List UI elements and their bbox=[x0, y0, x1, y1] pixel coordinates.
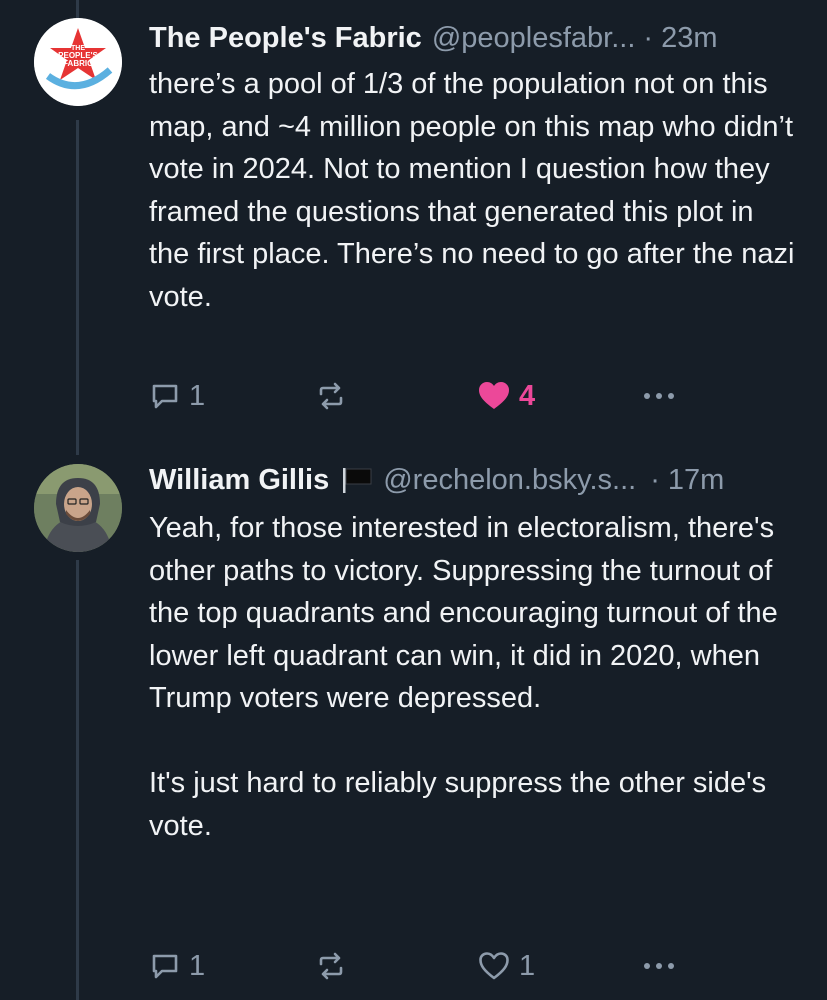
reply-button[interactable]: 1 bbox=[149, 376, 205, 416]
header-separator: · bbox=[650, 463, 660, 496]
avatar-peoples-fabric[interactable]: THE PEOPLE'S FABRIC bbox=[34, 18, 122, 106]
post-timestamp[interactable]: 23m bbox=[661, 22, 717, 55]
post-text-paragraph: there’s a pool of 1/3 of the population … bbox=[149, 68, 795, 313]
post-text-paragraph: Yeah, for those interested in electorali… bbox=[149, 512, 778, 714]
repost-icon bbox=[319, 952, 343, 980]
svg-text:FABRIC: FABRIC bbox=[63, 59, 93, 68]
reply-icon bbox=[152, 954, 178, 979]
avatar-william-gillis[interactable] bbox=[34, 464, 122, 552]
post-actions: 1 1 bbox=[149, 946, 709, 986]
post-text: Yeah, for those interested in electorali… bbox=[149, 507, 799, 847]
author-name[interactable]: The People's Fabric bbox=[149, 22, 422, 55]
like-button[interactable]: 4 bbox=[477, 376, 535, 416]
post-william-gillis[interactable]: William Gillis @rechelon.bsky.s... · 17m… bbox=[0, 440, 827, 1000]
like-button[interactable]: 1 bbox=[477, 946, 535, 986]
more-options-button[interactable] bbox=[639, 376, 679, 416]
repost-icon bbox=[319, 382, 343, 410]
like-count: 4 bbox=[519, 379, 536, 412]
repost-button[interactable] bbox=[315, 946, 355, 986]
author-name[interactable]: William Gillis bbox=[149, 464, 329, 497]
author-handle[interactable]: @rechelon.bsky.s... bbox=[383, 464, 636, 497]
more-dots-icon bbox=[644, 393, 674, 399]
author-handle[interactable]: @peoplesfabr... bbox=[432, 22, 636, 55]
post-timestamp[interactable]: 17m bbox=[668, 464, 724, 497]
post-peoples-fabric[interactable]: THE PEOPLE'S FABRIC The People's Fabric … bbox=[0, 0, 827, 440]
header-separator: · bbox=[643, 21, 654, 54]
person-photo-icon bbox=[34, 464, 122, 552]
heart-filled-icon bbox=[479, 382, 509, 409]
repost-button[interactable] bbox=[315, 376, 355, 416]
reply-icon bbox=[152, 384, 178, 409]
reply-button[interactable]: 1 bbox=[149, 946, 205, 986]
black-flag-icon bbox=[341, 466, 373, 494]
post-header: The People's Fabric @peoplesfabr... · 23… bbox=[149, 18, 797, 58]
more-options-button[interactable] bbox=[639, 946, 679, 986]
post-text-paragraph: It's just hard to reliably suppress the … bbox=[149, 767, 767, 842]
reply-count: 1 bbox=[189, 949, 206, 982]
like-count: 1 bbox=[519, 949, 536, 982]
peoples-fabric-logo-icon: THE PEOPLE'S FABRIC bbox=[34, 18, 122, 106]
post-text: there’s a pool of 1/3 of the population … bbox=[149, 63, 799, 318]
more-dots-icon bbox=[644, 963, 674, 969]
reply-count: 1 bbox=[189, 379, 206, 412]
post-actions: 1 4 bbox=[149, 376, 709, 416]
heart-outline-icon bbox=[479, 952, 509, 980]
post-header: William Gillis @rechelon.bsky.s... · 17m bbox=[149, 460, 797, 500]
